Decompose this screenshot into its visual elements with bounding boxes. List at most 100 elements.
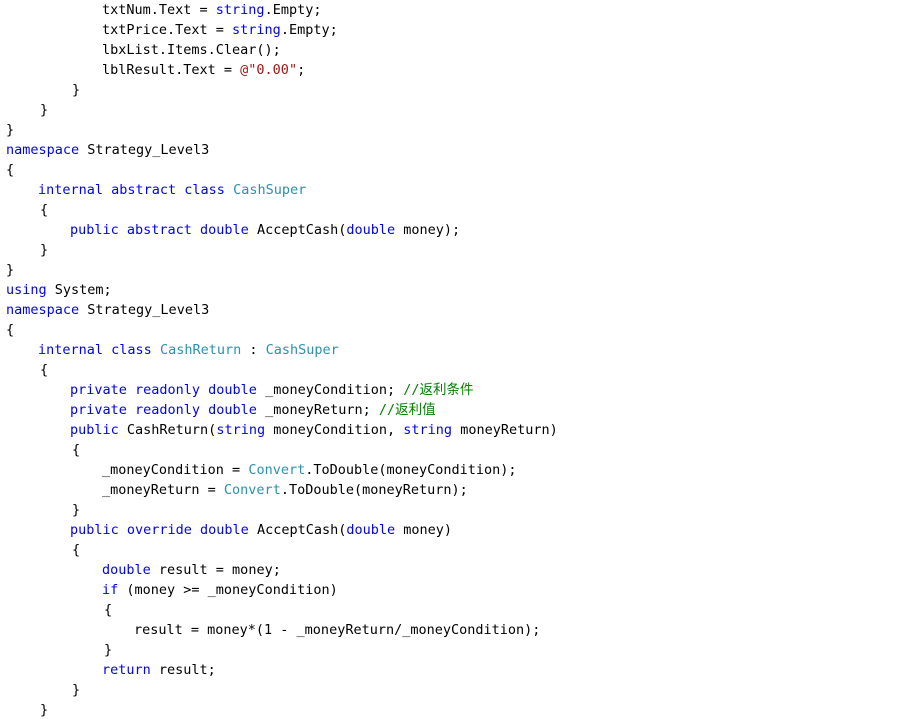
code-editor[interactable]: txtNum.Text = string.Empty; txtPrice.Text… bbox=[0, 0, 920, 719]
code-line: public CashReturn(string moneyCondition,… bbox=[70, 420, 558, 440]
code-token-plain: result = money*(1 - _moneyReturn/_moneyC… bbox=[134, 622, 541, 638]
code-line: } bbox=[40, 700, 48, 719]
code-line: txtPrice.Text = string.Empty; bbox=[102, 20, 338, 40]
code-token-plain: { bbox=[104, 602, 113, 618]
code-token-plain: _moneyCondition; bbox=[256, 382, 404, 398]
code-token-plain: System; bbox=[46, 282, 112, 298]
code-line: { bbox=[104, 600, 112, 620]
code-line: txtNum.Text = string.Empty; bbox=[102, 0, 321, 20]
code-token-plain: moneyCondition, bbox=[265, 422, 404, 438]
code-line: { bbox=[72, 440, 80, 460]
code-line: { bbox=[40, 360, 48, 380]
code-token-kw: using bbox=[6, 282, 47, 298]
code-line: _moneyCondition = Convert.ToDouble(money… bbox=[102, 460, 517, 480]
code-line: namespace Strategy_Level3 bbox=[6, 140, 209, 160]
code-line: private readonly double _moneyReturn; //… bbox=[70, 400, 436, 420]
code-token-kw: internal class bbox=[38, 342, 152, 358]
code-token-plain: txtNum.Text = bbox=[102, 2, 216, 18]
code-token-plain: .ToDouble(moneyReturn); bbox=[280, 482, 468, 498]
code-token-plain: { bbox=[40, 362, 49, 378]
code-token-plain: ; bbox=[297, 62, 306, 78]
code-line: namespace Strategy_Level3 bbox=[6, 300, 209, 320]
code-token-kw: public bbox=[70, 422, 119, 438]
code-token-comment: //返利条件 bbox=[403, 382, 474, 398]
code-token-kw: namespace bbox=[6, 142, 80, 158]
code-line: if (money >= _moneyCondition) bbox=[102, 580, 338, 600]
code-line: private readonly double _moneyCondition;… bbox=[70, 380, 474, 400]
code-line: { bbox=[6, 320, 14, 340]
code-line: { bbox=[6, 160, 14, 180]
code-token-kw: public abstract double bbox=[70, 222, 249, 238]
code-token-plain: money) bbox=[395, 522, 453, 538]
code-line: { bbox=[72, 540, 80, 560]
code-token-plain: .ToDouble(moneyCondition); bbox=[305, 462, 517, 478]
code-token-kw: private readonly double bbox=[70, 382, 257, 398]
code-token-plain: result = money; bbox=[150, 562, 281, 578]
code-token-plain: (money >= _moneyCondition) bbox=[118, 582, 338, 598]
code-token-plain: } bbox=[6, 262, 15, 278]
code-token-kw: double bbox=[102, 562, 151, 578]
code-line: } bbox=[40, 240, 48, 260]
code-token-type: CashSuper bbox=[233, 182, 307, 198]
code-token-plain: lbxList.Items.Clear(); bbox=[102, 42, 281, 58]
code-line: } bbox=[104, 640, 112, 660]
code-token-plain: money); bbox=[395, 222, 461, 238]
code-token-type: Convert bbox=[223, 482, 281, 498]
code-token-plain: } bbox=[40, 702, 49, 718]
code-token-plain: _moneyReturn = bbox=[102, 482, 224, 498]
code-token-plain: Strategy_Level3 bbox=[79, 142, 210, 158]
code-token-kw: if bbox=[102, 582, 119, 598]
code-token-plain: AcceptCash( bbox=[248, 522, 347, 538]
code-line: internal abstract class CashSuper bbox=[38, 180, 306, 200]
code-token-plain: } bbox=[40, 242, 49, 258]
code-line: } bbox=[72, 500, 80, 520]
code-token-comment: //返利值 bbox=[378, 402, 436, 418]
code-token-kw: double bbox=[346, 522, 396, 538]
code-token-plain: AcceptCash( bbox=[248, 222, 347, 238]
code-token-plain: _moneyReturn; bbox=[256, 402, 379, 418]
code-token-plain: } bbox=[72, 502, 81, 518]
code-token-plain: .Empty; bbox=[280, 22, 338, 38]
code-token-plain: { bbox=[6, 322, 15, 338]
code-line: } bbox=[40, 100, 48, 120]
code-token-kw: public override double bbox=[70, 522, 249, 538]
code-line: using System; bbox=[6, 280, 112, 300]
code-token-plain: { bbox=[72, 542, 81, 558]
code-token-plain: } bbox=[72, 82, 81, 98]
code-line: } bbox=[72, 80, 80, 100]
code-token-type: Convert bbox=[248, 462, 306, 478]
code-token-plain: txtPrice.Text = bbox=[102, 22, 233, 38]
code-token-kw: string bbox=[403, 422, 453, 438]
code-token-type: CashSuper bbox=[265, 342, 339, 358]
code-token-kw: string bbox=[216, 422, 266, 438]
code-token-plain: : bbox=[241, 342, 266, 358]
code-line: } bbox=[6, 120, 14, 140]
code-token-plain: _moneyCondition = bbox=[102, 462, 249, 478]
code-line: { bbox=[40, 200, 48, 220]
code-token-plain: { bbox=[72, 442, 81, 458]
code-line: } bbox=[6, 260, 14, 280]
code-token-plain: { bbox=[40, 202, 49, 218]
code-token-plain: } bbox=[72, 682, 81, 698]
code-line: lblResult.Text = @"0.00"; bbox=[102, 60, 305, 80]
code-token-plain: } bbox=[40, 102, 49, 118]
code-token-plain: { bbox=[6, 162, 15, 178]
code-token-plain: result; bbox=[150, 662, 216, 678]
code-line: public abstract double AcceptCash(double… bbox=[70, 220, 460, 240]
code-token-kw: return bbox=[102, 662, 151, 678]
code-token-plain: moneyReturn) bbox=[452, 422, 558, 438]
code-token-plain: } bbox=[104, 642, 113, 658]
code-token-kw: string bbox=[215, 2, 265, 18]
code-line: double result = money; bbox=[102, 560, 281, 580]
code-token-kw: internal abstract class bbox=[38, 182, 225, 198]
code-token-type: CashReturn bbox=[159, 342, 242, 358]
code-token-plain: CashReturn( bbox=[118, 422, 217, 438]
code-token-plain: } bbox=[6, 122, 15, 138]
code-line: result = money*(1 - _moneyReturn/_moneyC… bbox=[134, 620, 540, 640]
code-token-plain: Strategy_Level3 bbox=[79, 302, 210, 318]
code-token-kw: double bbox=[346, 222, 396, 238]
code-token-kw: namespace bbox=[6, 302, 80, 318]
code-token-str: @"0.00" bbox=[240, 62, 298, 78]
